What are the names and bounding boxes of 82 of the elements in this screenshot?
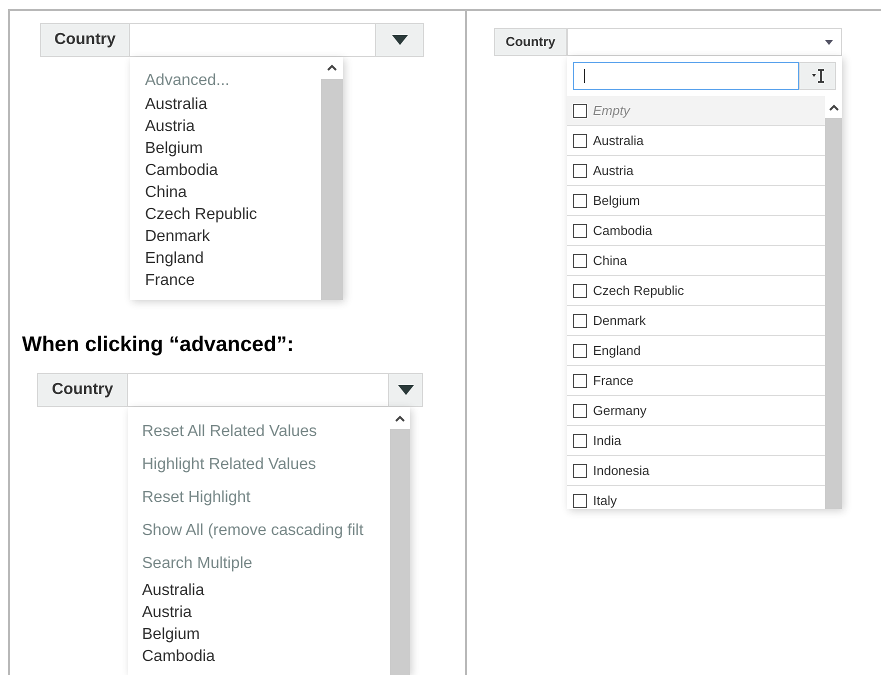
menu-action[interactable]: Reset Highlight [142, 481, 390, 514]
option-label: Italy [593, 492, 617, 509]
field-label: Country [494, 28, 567, 56]
option-row[interactable]: Germany [567, 396, 825, 426]
option-row[interactable]: Czech Republic [567, 276, 825, 306]
checkbox[interactable] [573, 104, 587, 118]
scrollbar-thumb[interactable] [825, 118, 842, 509]
option-label: Czech Republic [593, 282, 684, 300]
menu-action[interactable]: Highlight Related Values [142, 448, 390, 482]
option-row[interactable]: Cambodia [567, 216, 825, 246]
option-row[interactable]: Indonesia [567, 456, 825, 486]
menu-option[interactable]: Belgium [142, 624, 390, 646]
field-label: Country [40, 23, 130, 57]
menu-option[interactable]: Austria [142, 602, 390, 624]
menu-option[interactable]: France [145, 270, 321, 292]
checkbox[interactable] [573, 494, 587, 508]
combo-input[interactable] [130, 23, 375, 57]
checkbox[interactable] [573, 134, 587, 148]
menu-option[interactable]: Australia [142, 580, 390, 602]
option-label: Denmark [593, 312, 646, 330]
text-cursor [584, 69, 585, 83]
filter-mode-button[interactable] [799, 62, 836, 90]
checkbox[interactable] [573, 344, 587, 358]
chevron-up-icon[interactable] [327, 64, 337, 72]
option-row[interactable]: Italy [567, 486, 825, 509]
option-label: Empty [593, 102, 630, 120]
menu-option[interactable]: Denmark [145, 226, 321, 248]
scrollbar-thumb[interactable] [321, 78, 343, 300]
checkbox[interactable] [573, 374, 587, 388]
caption: When clicking “advanced”: [22, 332, 295, 358]
checkbox[interactable] [573, 464, 587, 478]
option-label: China [593, 252, 627, 270]
option-row[interactable]: India [567, 426, 825, 456]
menu-option[interactable]: England [145, 248, 321, 270]
checkbox[interactable] [573, 194, 587, 208]
option-row[interactable]: England [567, 336, 825, 366]
option-label: England [593, 342, 641, 360]
caret-icon [392, 34, 408, 45]
option-label: Australia [593, 132, 644, 150]
combo-input[interactable] [567, 28, 842, 56]
checkbox[interactable] [573, 284, 587, 298]
caret-icon [825, 40, 833, 44]
menu-option[interactable]: Australia [145, 94, 321, 116]
combo-input[interactable] [128, 373, 388, 408]
chevron-up-icon[interactable] [395, 414, 405, 422]
menu-option[interactable]: Czech Republic [145, 204, 321, 226]
option-label: Belgium [593, 192, 640, 210]
option-row[interactable]: Austria [567, 156, 825, 186]
checkbox[interactable] [573, 254, 587, 268]
checkbox[interactable] [573, 434, 587, 448]
checkbox[interactable] [573, 224, 587, 238]
option-row[interactable]: France [567, 366, 825, 396]
checkbox[interactable] [573, 404, 587, 418]
menu-action[interactable]: Search Multiple [142, 547, 390, 580]
field-label: Country [37, 373, 128, 408]
menu-option[interactable]: Cambodia [142, 646, 390, 668]
caret-icon [398, 385, 414, 396]
option-label: Indonesia [593, 462, 650, 480]
option-label: Cambodia [593, 222, 652, 240]
menu-action[interactable]: Show All (remove cascading filt [142, 514, 390, 548]
option-row[interactable]: Belgium [567, 186, 825, 216]
scrollbar-thumb[interactable] [390, 429, 410, 675]
checkbox[interactable] [573, 314, 587, 328]
menu-option[interactable]: Austria [145, 116, 321, 138]
menu-action[interactable]: Advanced... [145, 66, 321, 94]
option-label: India [593, 432, 622, 450]
menu-option[interactable]: China [145, 182, 321, 204]
checkbox[interactable] [573, 164, 587, 178]
menu-option[interactable]: Belgium [145, 138, 321, 160]
dropdown-button[interactable] [375, 23, 424, 57]
text-cursor-icon [810, 69, 824, 83]
dropdown-button[interactable] [388, 373, 423, 408]
option-row[interactable]: Australia [567, 126, 825, 156]
search-field[interactable] [573, 62, 799, 90]
option-row[interactable]: Denmark [567, 306, 825, 336]
menu-action[interactable]: Reset All Related Values [142, 415, 390, 448]
chevron-up-icon[interactable] [828, 104, 838, 110]
option-row[interactable]: China [567, 246, 825, 276]
option-label: Austria [593, 162, 634, 180]
option-label: France [593, 372, 634, 390]
option-label: Germany [593, 402, 646, 420]
menu-option[interactable]: Cambodia [145, 160, 321, 182]
